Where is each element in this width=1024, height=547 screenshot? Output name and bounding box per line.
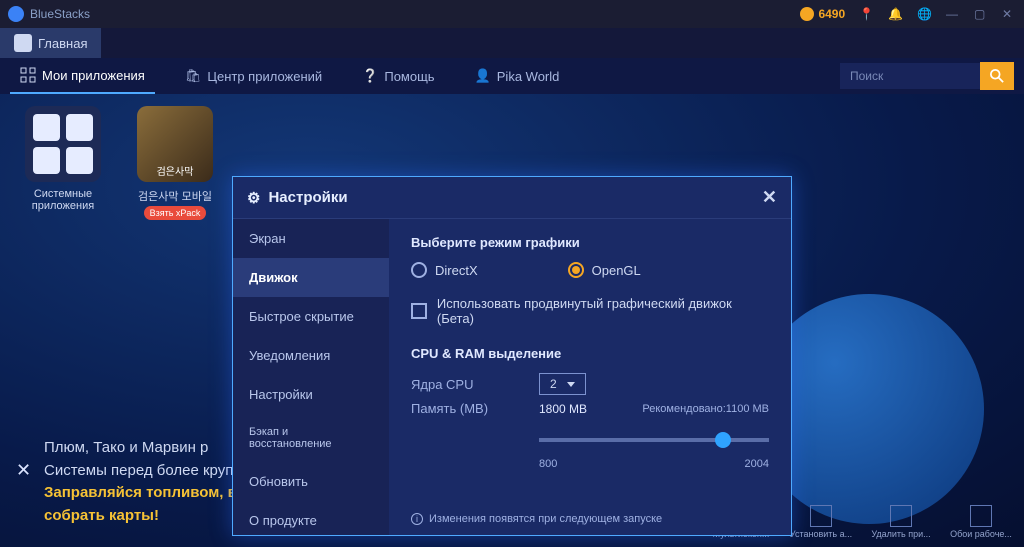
gear-icon: ⚙ xyxy=(247,189,260,207)
search-button[interactable] xyxy=(980,62,1014,90)
nav-app-center[interactable]: 🛍 Центр приложений xyxy=(175,58,332,94)
home-icon xyxy=(14,34,32,52)
radio-checked-icon xyxy=(568,262,584,278)
info-icon: i xyxy=(411,513,423,525)
sidebar-item-boss[interactable]: Быстрое скрытие xyxy=(233,297,389,336)
radio-directx[interactable]: DirectX xyxy=(411,262,478,278)
close-window-button[interactable]: ✕ xyxy=(1002,7,1016,21)
app-logo-icon xyxy=(8,6,24,22)
settings-sidebar: Экран Движок Быстрое скрытие Уведомления… xyxy=(233,219,389,535)
sidebar-item-notifications[interactable]: Уведомления xyxy=(233,336,389,375)
app-name: BlueStacks xyxy=(30,7,90,21)
location-icon[interactable]: 📍 xyxy=(859,7,874,21)
cpu-ram-header: CPU & RAM выделение xyxy=(411,346,769,361)
restart-note: i Изменения появятся при следующем запус… xyxy=(411,503,769,525)
app-system-label: Системные приложения xyxy=(20,188,106,212)
nav-my-apps[interactable]: Мои приложения xyxy=(10,58,155,94)
coin-counter[interactable]: 6490 xyxy=(800,7,845,21)
help-icon: ❔ xyxy=(362,68,378,84)
settings-modal: ⚙ Настройки ✕ Экран Движок Быстрое скрыт… xyxy=(232,176,792,536)
nav-my-apps-label: Мои приложения xyxy=(42,68,145,83)
search-input[interactable] xyxy=(840,63,980,89)
cpu-cores-row: Ядра CPU 2 xyxy=(411,373,769,395)
settings-panel: Выберите режим графики DirectX OpenGL Ис… xyxy=(389,219,791,535)
memory-value: 1800 MB xyxy=(539,402,587,416)
radio-unchecked-icon xyxy=(411,262,427,278)
cpu-cores-value: 2 xyxy=(550,377,557,391)
slider-ticks: 800 2004 xyxy=(539,458,769,470)
promo-close-button[interactable]: ✕ xyxy=(16,457,31,484)
nav-help[interactable]: ❔ Помощь xyxy=(352,58,444,94)
tray-wallpaper[interactable]: Обои рабоче... xyxy=(948,505,1014,539)
uninstall-icon xyxy=(890,505,912,527)
globe-icon[interactable]: 🌐 xyxy=(917,7,932,21)
tray-uninstall-label: Удалить при... xyxy=(871,529,930,539)
chevron-down-icon xyxy=(567,382,575,387)
tab-home-label: Главная xyxy=(38,36,87,51)
settings-title: Настройки xyxy=(268,189,347,206)
settings-close-button[interactable]: ✕ xyxy=(762,187,777,208)
restart-note-text: Изменения появятся при следующем запуске xyxy=(429,513,662,525)
sidebar-item-about[interactable]: О продукте xyxy=(233,501,389,540)
sidebar-item-screen[interactable]: Экран xyxy=(233,219,389,258)
settings-header: ⚙ Настройки ✕ xyxy=(233,177,791,219)
slider-thumb[interactable] xyxy=(715,432,731,448)
titlebar: BlueStacks 6490 📍 🔔 🌐 — ▢ ✕ xyxy=(0,0,1024,28)
navbar: Мои приложения 🛍 Центр приложений ❔ Помо… xyxy=(0,58,1024,94)
nav-pika[interactable]: 👤 Pika World xyxy=(465,58,570,94)
game-icon xyxy=(137,106,213,182)
radio-opengl-label: OpenGL xyxy=(592,263,641,278)
coin-icon xyxy=(800,7,814,21)
cpu-cores-select[interactable]: 2 xyxy=(539,373,586,395)
nav-pika-label: Pika World xyxy=(497,69,560,84)
install-icon xyxy=(810,505,832,527)
slider-track xyxy=(539,438,769,442)
app-game-label: 검은사막 모바일 xyxy=(132,188,218,204)
search-icon xyxy=(990,69,1004,83)
radio-opengl[interactable]: OpenGL xyxy=(568,262,641,278)
desktop: Системные приложения ▲ 검은사막 모바일 Взять xP… xyxy=(0,94,1024,547)
tray-wallpaper-label: Обои рабоче... xyxy=(950,529,1012,539)
memory-row: Память (MB) 1800 MB Рекомендовано:1100 M… xyxy=(411,401,769,416)
main-tabs: Главная xyxy=(0,28,1024,58)
titlebar-right: 6490 📍 🔔 🌐 — ▢ ✕ xyxy=(800,7,1016,21)
advanced-engine-label: Использовать продвинутый графический дви… xyxy=(437,296,769,326)
bell-icon[interactable]: 🔔 xyxy=(888,7,903,21)
tray-install[interactable]: Установить a... xyxy=(788,505,854,539)
settings-body: Экран Движок Быстрое скрытие Уведомления… xyxy=(233,219,791,535)
maximize-button[interactable]: ▢ xyxy=(974,7,988,21)
checkbox-unchecked-icon xyxy=(411,303,427,319)
nav-app-center-label: Центр приложений xyxy=(207,69,322,84)
wallpaper-icon xyxy=(970,505,992,527)
tray-install-label: Установить a... xyxy=(790,529,852,539)
memory-recommended: Рекомендовано:1100 MB xyxy=(642,403,769,415)
memory-slider[interactable] xyxy=(539,428,769,454)
memory-label: Память (MB) xyxy=(411,401,521,416)
person-icon: 👤 xyxy=(475,68,491,84)
grid-icon xyxy=(20,67,36,83)
xpack-badge[interactable]: Взять xPack xyxy=(144,206,207,220)
app-system[interactable]: Системные приложения xyxy=(20,106,106,220)
minimize-button[interactable]: — xyxy=(946,7,960,21)
nav-help-label: Помощь xyxy=(384,69,434,84)
app-game[interactable]: ▲ 검은사막 모바일 Взять xPack xyxy=(132,106,218,220)
radio-directx-label: DirectX xyxy=(435,263,478,278)
graphics-radio-group: DirectX OpenGL xyxy=(411,262,769,278)
slider-max: 2004 xyxy=(745,458,769,470)
search-box xyxy=(840,62,1014,90)
sidebar-item-prefs[interactable]: Настройки xyxy=(233,375,389,414)
tray-uninstall[interactable]: Удалить при... xyxy=(868,505,934,539)
coin-value: 6490 xyxy=(818,7,845,21)
sidebar-item-update[interactable]: Обновить xyxy=(233,462,389,501)
slider-min: 800 xyxy=(539,458,557,470)
tab-home[interactable]: Главная xyxy=(0,28,101,58)
sidebar-item-backup[interactable]: Бэкап и восстановление xyxy=(233,414,389,462)
system-apps-icon xyxy=(25,106,101,182)
advanced-engine-row[interactable]: Использовать продвинутый графический дви… xyxy=(411,296,769,326)
cpu-cores-label: Ядра CPU xyxy=(411,377,521,392)
shop-icon: 🛍 xyxy=(185,68,202,84)
sidebar-item-engine[interactable]: Движок xyxy=(233,258,389,297)
graphics-mode-label: Выберите режим графики xyxy=(411,235,769,250)
